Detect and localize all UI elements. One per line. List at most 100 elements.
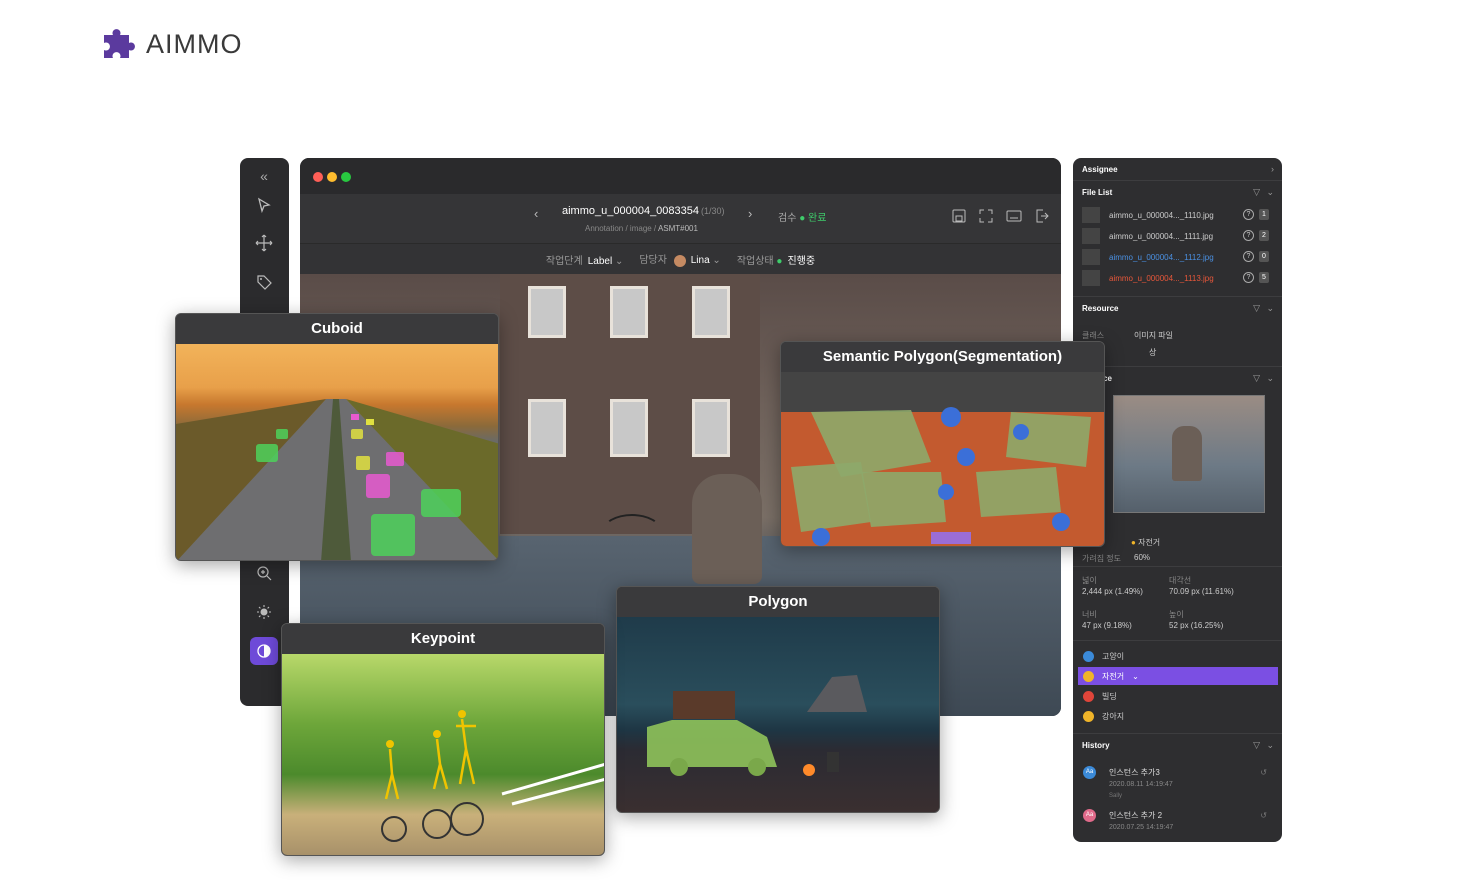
collapse-icon[interactable]: « [250,162,278,190]
breadcrumb: Annotation / image / ASMT#001 [585,224,698,233]
history-title: 인스턴스 추가3 [1109,768,1160,777]
highway-image [176,344,498,560]
move-tool-icon[interactable] [250,229,278,257]
occlusion-value: 60% [1134,553,1151,562]
instance-class-name: 자전거 [1138,538,1161,547]
bicycle [602,514,662,549]
restore-icon[interactable]: ↺ [1260,811,1267,820]
stage-field[interactable]: 작업단계 Label ⌄ [546,252,623,267]
building-window [528,399,566,457]
zoom-in-icon[interactable] [250,559,278,587]
chevron-down-icon[interactable]: ⌄ [1266,373,1274,384]
building-window [528,286,566,338]
contrast-icon[interactable] [250,637,278,665]
class-label: 클래스 [1082,331,1105,340]
file-title: aimmo_u_000004_0083354 (1/30) [562,205,725,217]
header-actions [952,209,1049,223]
assignee-field[interactable]: 담당자 Lina ⌄ [639,251,721,267]
cyclist [692,474,762,584]
brand-name: AIMMO [146,28,243,59]
review-status: 검수 ● 완료 [778,209,826,224]
restore-icon[interactable]: ↺ [1260,768,1267,777]
history-item[interactable]: Aa 인스턴스 추가3 2020.08.11 14:19:47 Sally ↺ [1083,766,1273,806]
file-list-header: File List [1082,188,1113,197]
fullscreen-icon[interactable] [979,209,993,223]
avatar [673,254,686,267]
chevron-down-icon[interactable]: ⌄ [1266,187,1274,198]
width-value: 47 px (9.18%) [1082,621,1132,630]
stage-value: Label [587,255,613,267]
minimize-window-button[interactable] [327,172,337,182]
building-window [610,399,648,457]
semantic-card: Semantic Polygon(Segmentation) [780,341,1105,547]
chevron-down-icon[interactable]: ⌄ [1132,672,1139,681]
cyclist [1172,426,1202,481]
instance-thumbnail [1113,395,1265,513]
class-name: 강아지 [1102,711,1125,721]
filter-icon[interactable]: ▽ [1253,373,1260,384]
aimmo-logo: AIMMO [98,27,243,61]
save-icon[interactable] [952,209,966,223]
file-thumbnail [1082,207,1100,223]
chevron-down-icon[interactable]: ⌄ [1266,303,1274,314]
brightness-icon[interactable] [250,598,278,626]
class-list-item[interactable]: 빌딩 [1078,687,1278,705]
file-list-item[interactable]: aimmo_u_000004..._1111.jpg ? 2 [1082,228,1272,244]
file-list-item[interactable]: aimmo_u_000004..._1113.jpg ? 5 [1082,270,1272,286]
stage-label: 작업단계 [545,255,583,267]
tag-tool-icon[interactable] [250,268,278,296]
file-count: (1/30) [701,206,725,216]
keyboard-icon[interactable] [1006,209,1022,223]
history-date: 2020.07.25 14:19:47 [1109,824,1174,831]
file-name: aimmo_u_000004..._1111.jpg [1109,232,1214,241]
next-file-icon[interactable]: › [748,206,752,221]
question-icon[interactable]: ? [1243,209,1254,220]
area-label: 넓이 [1082,576,1097,585]
geometry-section: 넓이 2,444 px (1.49%) 대각선 70.09 px (11.61%… [1073,567,1282,641]
assignee-label: 담당자 [639,255,667,267]
select-tool-icon[interactable] [250,191,278,219]
history-item[interactable]: Aa 인스턴스 추가 2 2020.07.25 14:19:47 ↺ [1083,809,1273,842]
assignee-header: Assignee [1082,165,1118,174]
class-list-item[interactable]: 자전거 ⌄ [1078,667,1278,685]
question-icon[interactable]: ? [1243,272,1254,283]
assignee-section[interactable]: Assignee › [1073,158,1282,181]
status-label: 작업상태 [736,255,774,267]
close-window-button[interactable] [313,172,323,182]
class-color-icon [1083,650,1094,662]
class-dot-icon: ● [1131,538,1136,547]
building-window [692,286,730,338]
class-name: 자전거 [1102,671,1125,681]
filter-icon[interactable]: ▽ [1253,740,1260,751]
class-list-item[interactable]: 고양이 [1078,647,1278,665]
exit-icon[interactable] [1035,209,1049,223]
file-list-item[interactable]: aimmo_u_000004..._1110.jpg ? 1 [1082,207,1272,223]
segmentation-image [781,372,1104,546]
prev-file-icon[interactable]: ‹ [534,206,538,221]
file-thumbnail [1082,249,1100,265]
file-list-item[interactable]: aimmo_u_000004..._1112.jpg ? 0 [1082,249,1272,265]
filter-icon[interactable]: ▽ [1253,303,1260,314]
family-bike-image [282,654,604,855]
class-list-item[interactable]: 강아지 [1078,707,1278,725]
review-label: 검수 [778,213,797,224]
history-section: History ▽ ⌄ Aa 인스턴스 추가3 2020.08.11 14:19… [1073,734,1282,842]
keypoint-title: Keypoint [282,624,604,654]
maximize-window-button[interactable] [341,172,351,182]
chevron-right-icon[interactable]: › [1271,164,1274,174]
building-window [692,399,730,457]
instance-class: ● 자전거 [1131,537,1160,548]
chevron-down-icon[interactable]: ⌄ [1266,740,1274,751]
annotation-count-badge: 1 [1259,209,1269,220]
question-icon[interactable]: ? [1243,230,1254,241]
status-dot-icon: ● [776,255,783,267]
height-label: 높이 [1169,610,1184,619]
question-icon[interactable]: ? [1243,251,1254,262]
window-titlebar [300,158,1061,194]
cuboid-title: Cuboid [176,314,498,344]
breadcrumb-path: Annotation / image / [585,224,658,233]
polygon-card: Polygon [616,586,940,813]
history-title: 인스턴스 추가 2 [1109,811,1163,820]
filter-icon[interactable]: ▽ [1253,187,1260,198]
history-user: Sally [1109,793,1123,799]
